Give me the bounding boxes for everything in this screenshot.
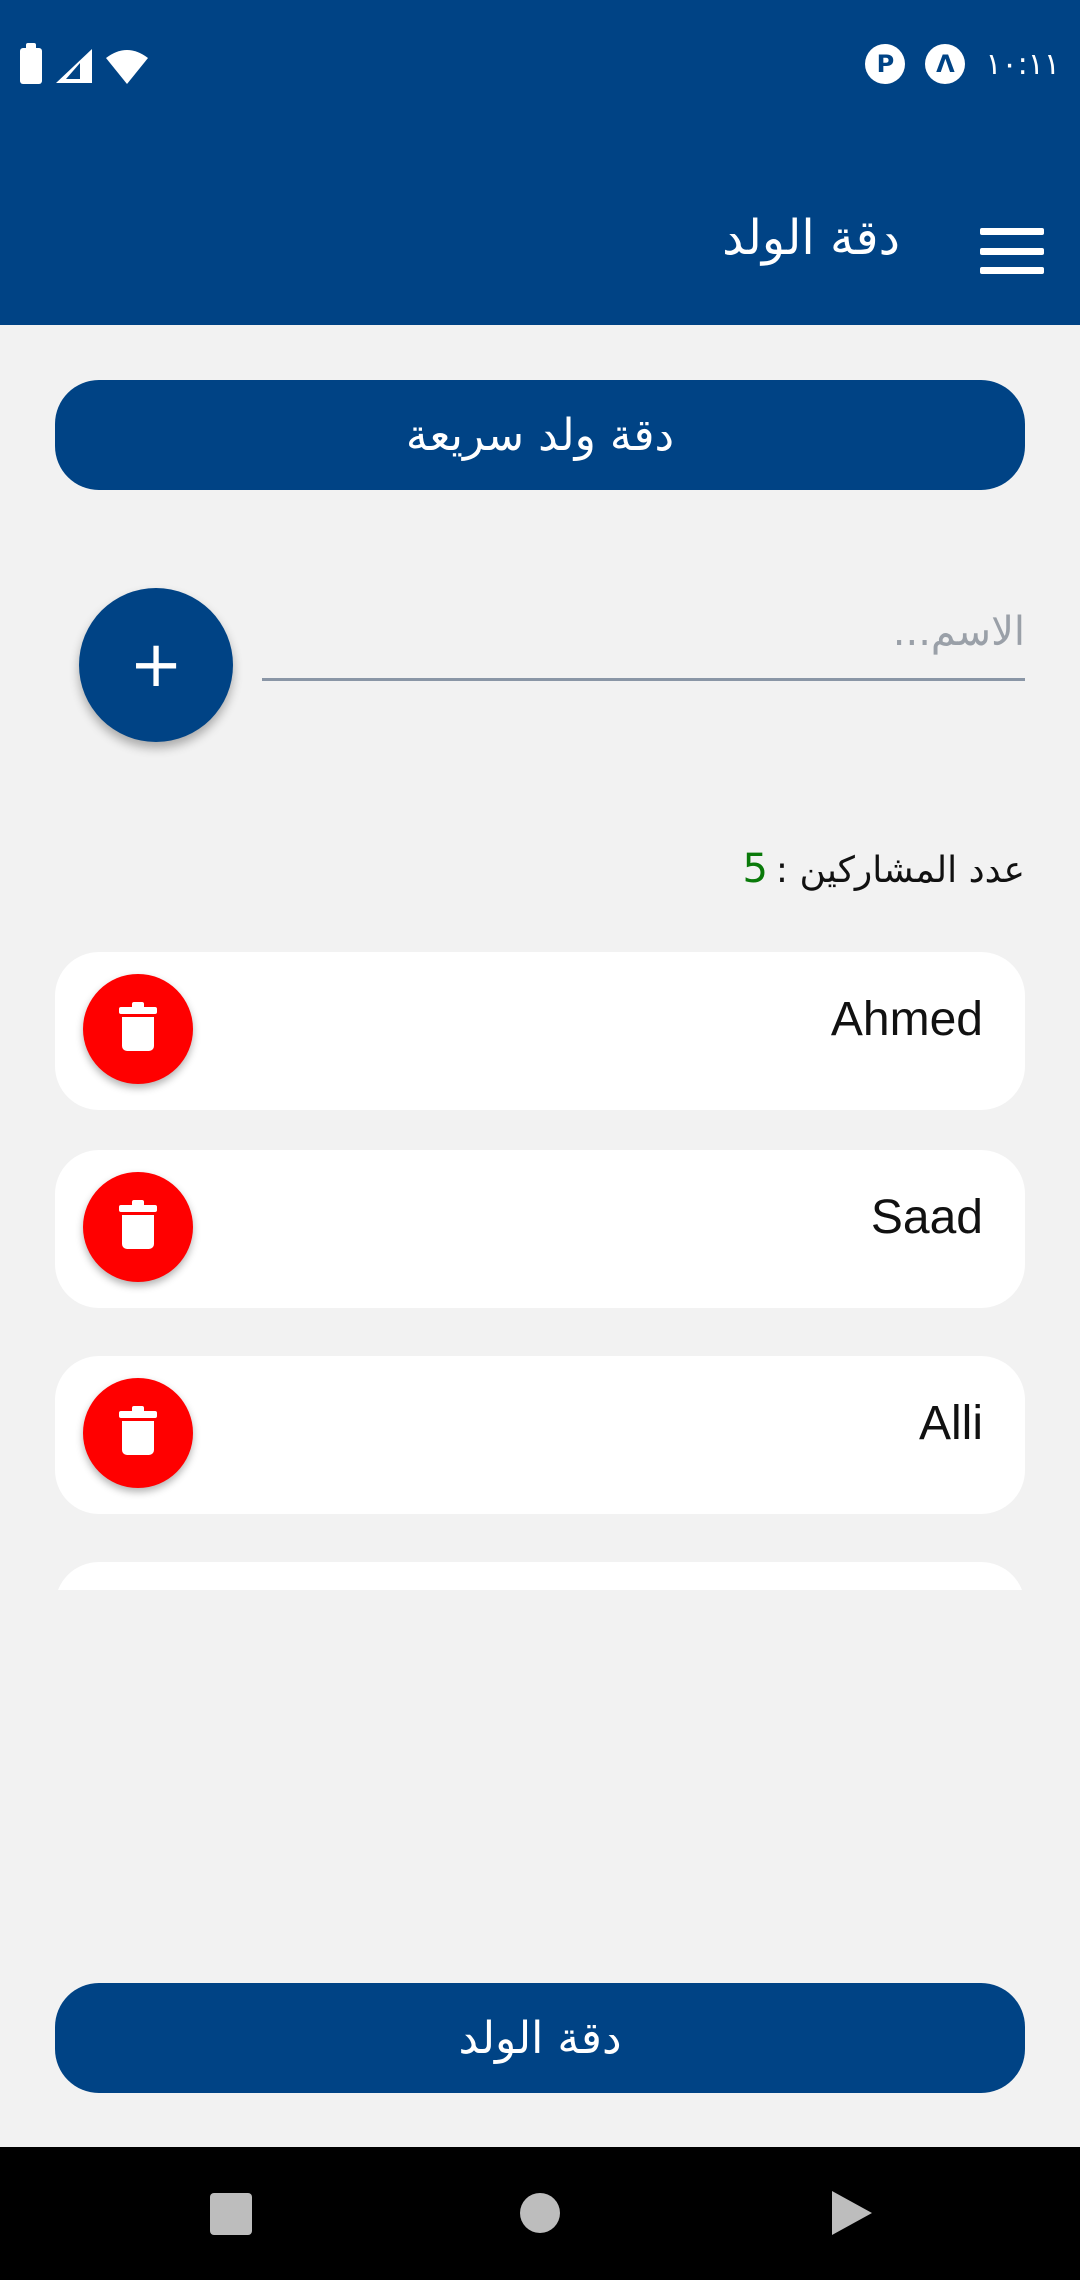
trash-icon [119,1406,157,1455]
trash-icon [119,1200,157,1249]
battery-icon [20,43,42,84]
participants-count-row: عدد المشاركين : 5 [742,846,1025,892]
list-item [55,1562,1025,1590]
vpn-icon: Λ [925,44,966,84]
delete-button[interactable] [83,1172,193,1282]
home-button-icon[interactable] [520,2193,560,2233]
hamburger-menu-icon[interactable] [980,228,1044,274]
participants-count-value: 5 [742,846,768,892]
shuffle-button[interactable]: دقة الولد [55,1983,1025,2093]
list-item: Alli [55,1356,1025,1514]
name-input[interactable] [262,585,1025,681]
participant-name: Alli [918,1397,983,1450]
quick-shuffle-button[interactable]: دقة ولد سريعة [55,380,1025,490]
add-participant-button[interactable]: + [79,588,233,742]
delete-button[interactable] [83,974,193,1084]
participant-list[interactable]: Ahmed Saad Alli [0,950,1080,1590]
status-icons-right: P Λ ١٠:١١ [865,44,1060,84]
back-button-icon[interactable] [832,2191,872,2235]
list-item: Saad [55,1150,1025,1308]
status-icons-left [20,43,148,84]
app-bar: دقة الولد [0,130,1080,325]
participant-name: Ahmed [830,993,983,1046]
trash-icon [119,1002,157,1051]
signal-icon [56,49,92,83]
navigation-bar [0,2147,1080,2280]
participants-count-label: عدد المشاركين : [775,850,1025,891]
participant-name: Saad [870,1191,983,1244]
delete-button[interactable] [83,1378,193,1488]
wifi-icon [106,50,148,84]
page-title: دقة الولد [722,210,900,266]
list-item: Ahmed [55,952,1025,1110]
recents-button-icon[interactable] [210,2193,252,2235]
status-time: ١٠:١١ [985,46,1060,82]
app-notification-icon: P [865,44,906,84]
status-bar: P Λ ١٠:١١ [0,0,1080,130]
